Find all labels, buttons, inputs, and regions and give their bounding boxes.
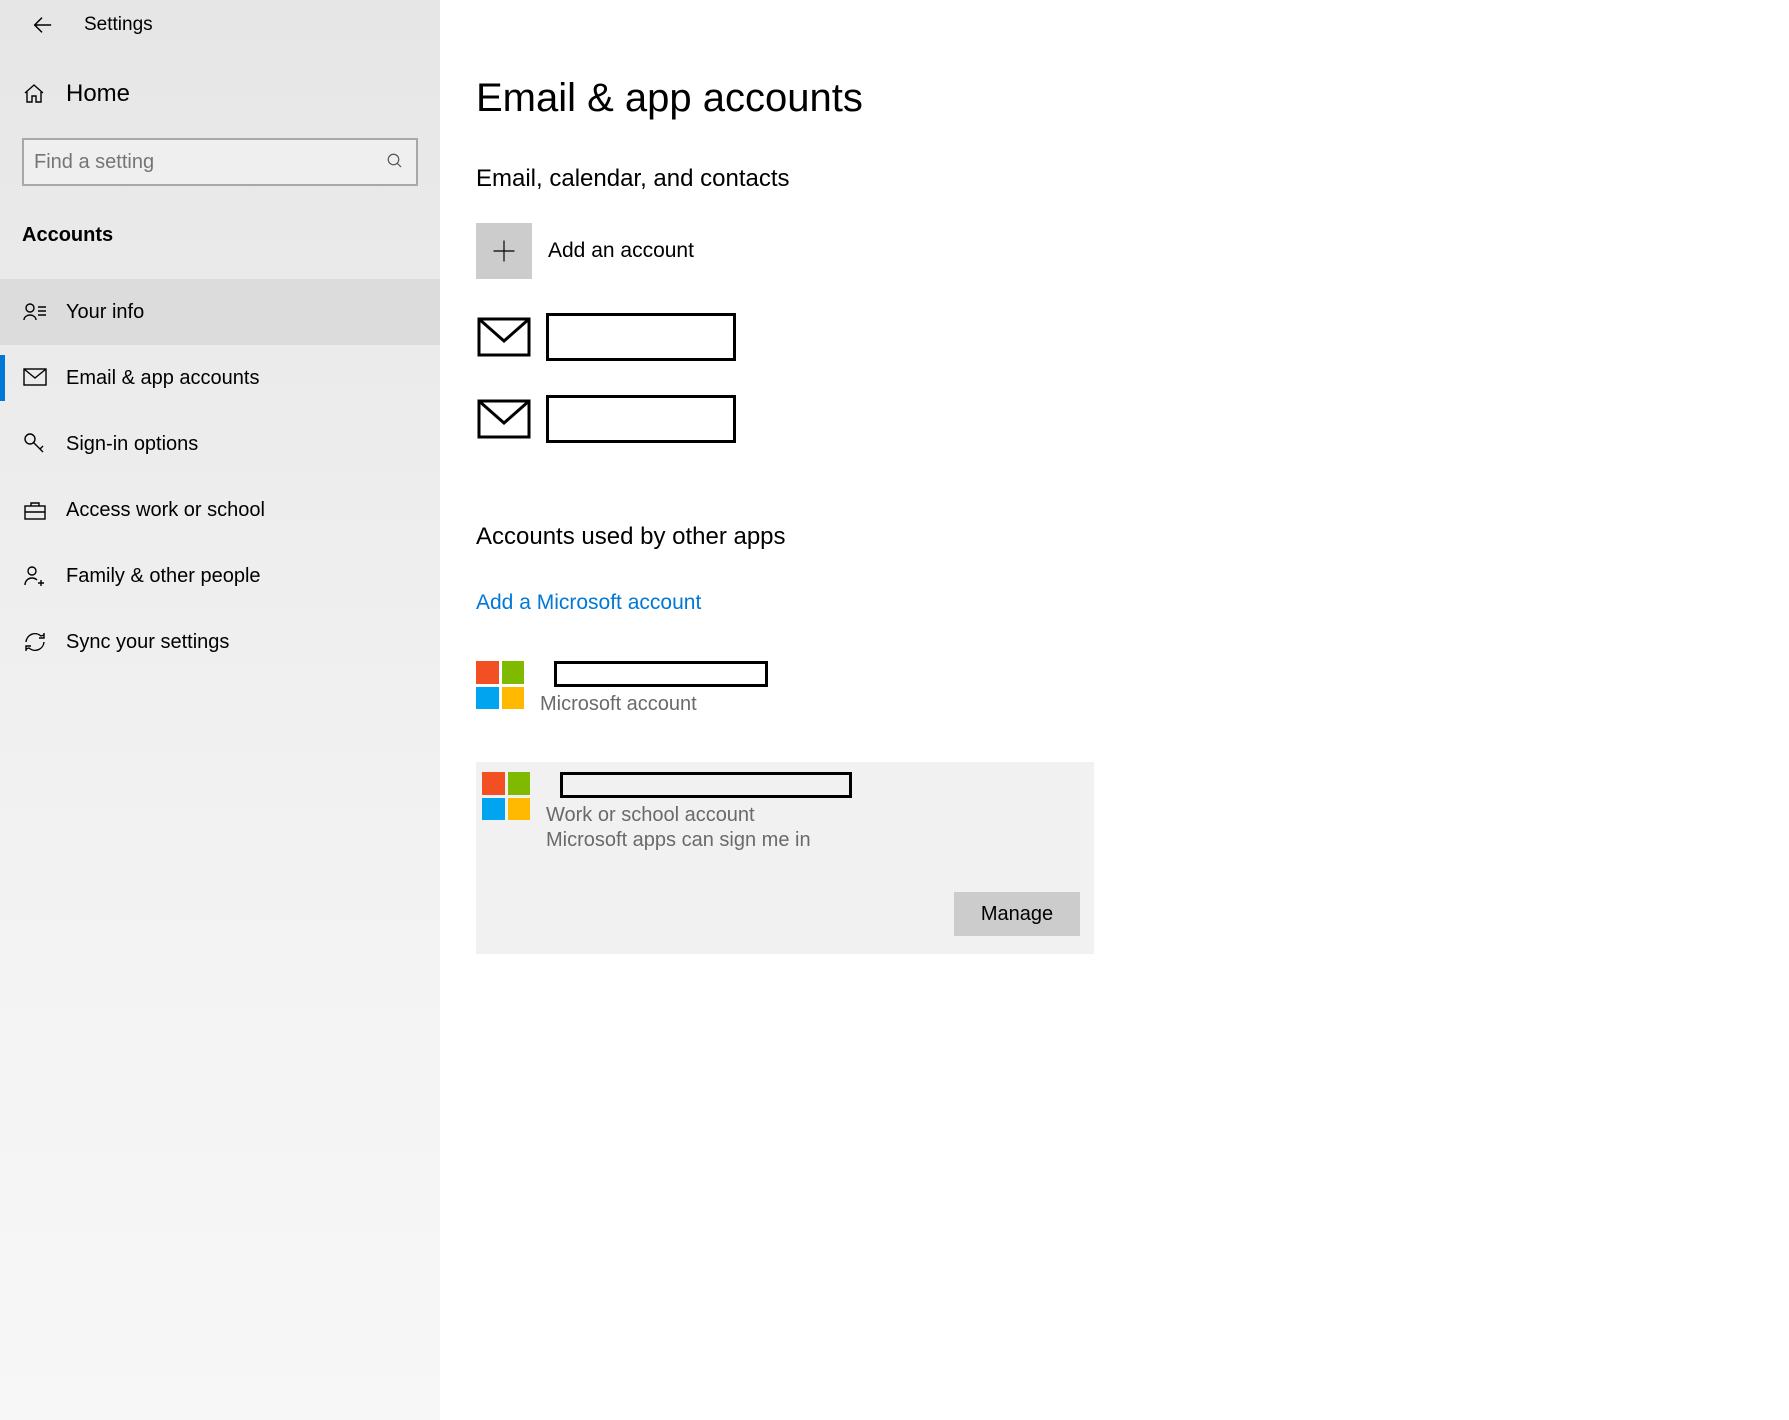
briefcase-icon	[22, 497, 48, 523]
microsoft-logo-icon	[476, 661, 524, 709]
section-other-apps-header: Accounts used by other apps	[476, 523, 1789, 551]
add-account-label: Add an account	[548, 239, 694, 263]
redacted-email-1	[546, 313, 736, 361]
key-icon	[22, 431, 48, 457]
nav-label: Sync your settings	[66, 631, 229, 654]
nav-label: Your info	[66, 301, 144, 324]
account-detail-label: Microsoft apps can sign me in	[546, 829, 852, 852]
sidebar: Settings Home Accounts Your info Email &	[0, 0, 440, 1420]
section-header: Accounts	[0, 186, 440, 257]
ms-account-row-1[interactable]: Microsoft account	[476, 655, 1094, 722]
ms-account-row-2-selected[interactable]: Work or school account Microsoft apps ca…	[476, 762, 1094, 954]
home-label: Home	[66, 80, 130, 108]
manage-button[interactable]: Manage	[954, 892, 1080, 936]
person-card-icon	[22, 299, 48, 325]
account-type-label: Microsoft account	[540, 693, 768, 716]
sidebar-item-sync[interactable]: Sync your settings	[0, 609, 440, 675]
add-account-button[interactable]: Add an account	[476, 223, 1789, 279]
nav-label: Access work or school	[66, 499, 265, 522]
back-button[interactable]	[20, 3, 64, 47]
add-ms-account-link[interactable]: Add a Microsoft account	[476, 591, 701, 615]
sidebar-item-family[interactable]: Family & other people	[0, 543, 440, 609]
account-type-label: Work or school account	[546, 804, 852, 827]
app-title: Settings	[84, 14, 153, 36]
main-panel: Email & app accounts Email, calendar, an…	[440, 0, 1789, 1420]
search-box[interactable]	[22, 138, 418, 186]
email-account-row-2[interactable]	[476, 395, 1789, 443]
search-icon	[386, 152, 406, 172]
redacted-account-2	[560, 772, 852, 798]
mail-icon	[22, 365, 48, 391]
mail-icon	[476, 399, 532, 439]
redacted-email-2	[546, 395, 736, 443]
header-row: Settings	[0, 0, 440, 50]
redacted-account-1	[554, 661, 768, 687]
back-arrow-icon	[31, 14, 53, 36]
email-account-row-1[interactable]	[476, 313, 1789, 361]
home-nav[interactable]: Home	[0, 50, 440, 108]
sidebar-item-work-school[interactable]: Access work or school	[0, 477, 440, 543]
sidebar-item-email-accounts[interactable]: Email & app accounts	[0, 345, 440, 411]
nav-label: Email & app accounts	[66, 367, 259, 390]
search-container	[0, 108, 440, 186]
section-email-header: Email, calendar, and contacts	[476, 165, 1789, 193]
account-text: Microsoft account	[540, 661, 768, 716]
sidebar-item-signin-options[interactable]: Sign-in options	[0, 411, 440, 477]
mail-icon	[476, 317, 532, 357]
nav-label: Family & other people	[66, 565, 261, 588]
account-text: Work or school account Microsoft apps ca…	[546, 772, 852, 852]
page-title: Email & app accounts	[476, 76, 1789, 121]
home-icon	[22, 82, 46, 106]
sidebar-item-your-info[interactable]: Your info	[0, 279, 440, 345]
nav-label: Sign-in options	[66, 433, 198, 456]
sync-icon	[22, 629, 48, 655]
nav-list: Your info Email & app accounts Sign-in o…	[0, 279, 440, 675]
microsoft-logo-icon	[482, 772, 530, 820]
people-add-icon	[22, 563, 48, 589]
plus-icon	[476, 223, 532, 279]
search-input[interactable]	[34, 151, 386, 174]
